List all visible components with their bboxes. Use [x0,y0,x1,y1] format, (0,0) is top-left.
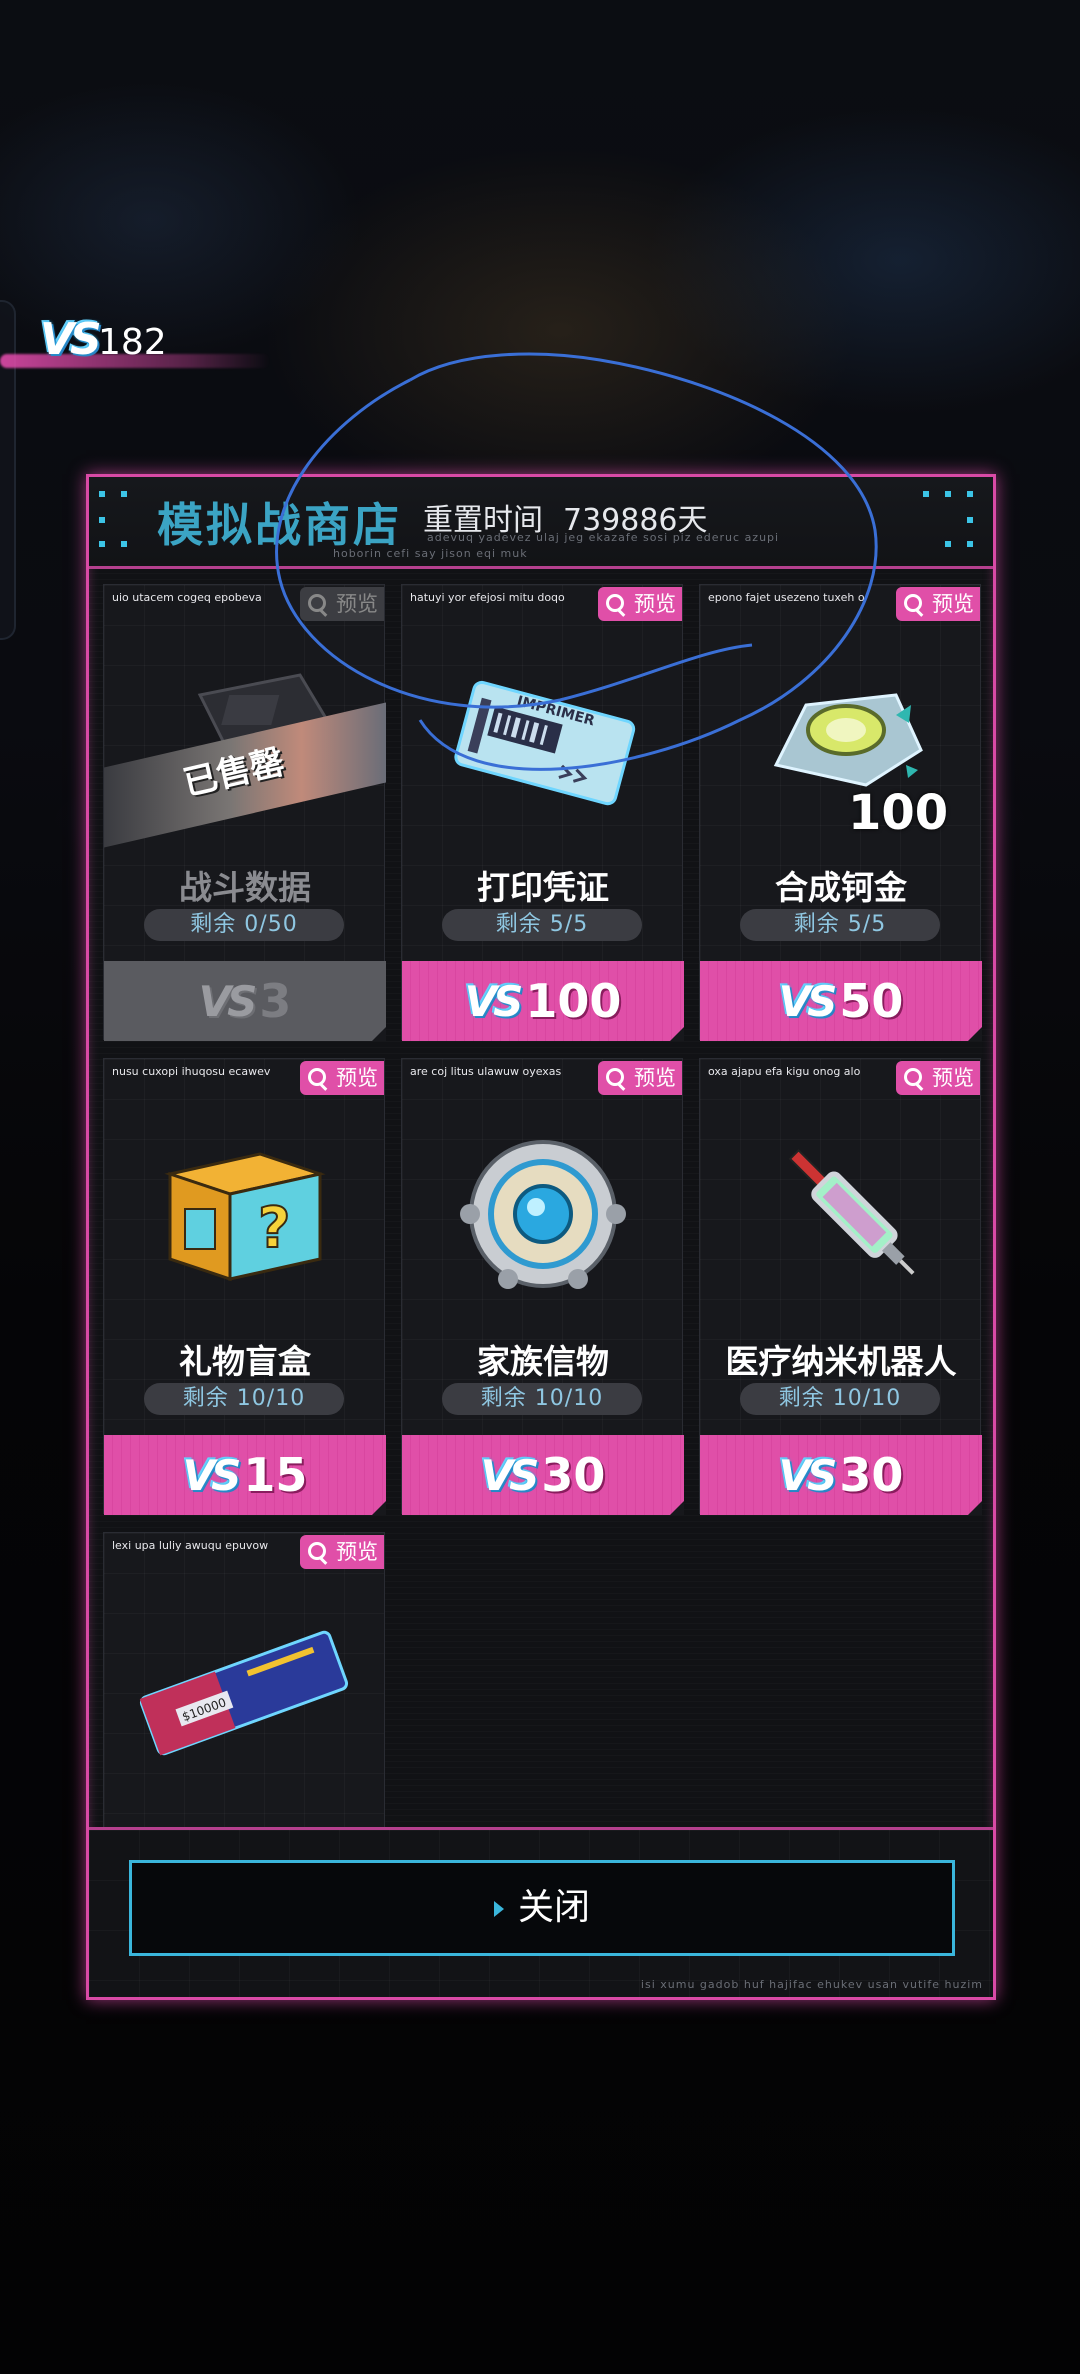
vs-token-icon: VS [40,314,102,365]
preview-button[interactable]: 预览 [300,587,384,621]
magnifier-icon [606,594,624,612]
vs-token-icon: VS [778,1450,838,1500]
currency-display: VS 182 [0,310,290,380]
item-tagline: nusu cuxopi ihuqosu ecawev [112,1065,271,1078]
shop-item-synthetic-alloy[interactable]: epono fajet usezeno tuxeh o 预览 100 合成钶金 … [699,584,982,1041]
header-dots-right-icon [923,491,983,551]
close-button[interactable]: 关闭 [129,1860,955,1956]
item-tagline: oxa ajapu efa kigu onog alo [708,1065,861,1078]
price-button[interactable]: VS 15 [104,1435,386,1515]
price-button[interactable]: VS 30 [700,1435,982,1515]
cash-card-icon: $10000 [139,1630,349,1756]
preview-label: 预览 [634,592,676,616]
item-stock: 剩余 10/10 [144,1383,344,1415]
price-button[interactable]: VS 100 [402,961,684,1041]
item-stock: 剩余 0/50 [144,909,344,941]
shop-title: 模拟战商店 [157,498,402,552]
shop-item-cash-card[interactable]: lexi upa luliy awuqu epuvow 预览 $10000 [103,1532,385,1827]
syringe-icon [788,1148,915,1275]
preview-label: 预览 [932,592,974,616]
item-tagline: lexi upa luliy awuqu epuvow [112,1539,269,1552]
item-name: 家族信物 [477,1342,609,1381]
price-button[interactable]: VS 50 [700,961,982,1041]
footer-note: isi xumu gadob huf hajifac ehukev usan v… [640,1978,983,1991]
vs-token-icon: VS [480,1450,540,1500]
item-tagline: uio utacem cogeq epobeva [112,591,262,604]
shop-footer: 关闭 isi xumu gadob huf hajifac ehukev usa… [89,1827,993,1997]
header-dots-left-icon [99,491,159,551]
magnifier-icon [308,1068,326,1086]
magnifier-icon [308,594,326,612]
shop-item-gift-box[interactable]: nusu cuxopi ihuqosu ecawev 预览 ? 礼物盲盒 剩余 … [103,1058,386,1515]
magnifier-icon [904,594,922,612]
close-label: 关闭 [517,1887,590,1928]
price-value: 15 [243,1448,308,1502]
header-subtitle: adevuq yadevez ulaj jeg ekazafe sosi piz… [427,531,780,544]
magnifier-icon [606,1068,624,1086]
preview-button[interactable]: 预览 [300,1535,384,1569]
vs-token-icon: VS [778,976,838,1026]
item-name: 礼物盲盒 [179,1342,311,1381]
preview-label: 预览 [336,592,378,616]
shop-header: 模拟战商店 重置时间 739886天 adevuq yadevez ulaj j… [89,477,993,569]
preview-label: 预览 [932,1066,974,1090]
currency-amount: 182 [98,322,167,363]
magnifier-icon [904,1068,922,1086]
preview-label: 预览 [336,1540,378,1564]
magnifier-icon [308,1542,326,1560]
preview-button[interactable]: 预览 [598,587,682,621]
preview-button[interactable]: 预览 [598,1061,682,1095]
vs-token-icon: VS [182,1450,242,1500]
preview-label: 预览 [336,1066,378,1090]
svg-text:?: ? [258,1196,290,1261]
shop-item-battle-data[interactable]: uio utacem cogeq epobeva 预览 已售罄 战斗数据 剩余 … [103,584,386,1041]
item-stock: 剩余 5/5 [442,909,642,941]
item-tagline: are coj litus ulawuw oyexas [410,1065,562,1078]
item-tagline: epono fajet usezeno tuxeh o [708,591,865,604]
item-stock: 剩余 10/10 [442,1383,642,1415]
vs-token-icon: VS [198,976,258,1026]
item-name: 打印凭证 [477,868,609,907]
item-name: 战斗数据 [179,868,311,907]
item-tagline: hatuyi yor efejosi mitu doqo [410,591,565,604]
mystery-box-icon: ? [164,1152,326,1282]
item-stock: 剩余 5/5 [740,909,940,941]
price-value: 30 [541,1448,606,1502]
item-quantity-badge: 100 [848,785,949,841]
preview-label: 预览 [634,1066,676,1090]
price-button[interactable]: VS 3 [104,961,386,1041]
header-subtitle-2: hoborin cefi say jison eqi muk [333,547,528,560]
price-value: 50 [839,974,904,1028]
item-grid[interactable]: uio utacem cogeq epobeva 预览 已售罄 战斗数据 剩余 … [89,572,993,1827]
item-name: 医疗纳米机器人 [725,1342,957,1381]
preview-button[interactable]: 预览 [896,587,980,621]
price-button[interactable]: VS 30 [402,1435,684,1515]
shop-item-medical-nanobot[interactable]: oxa ajapu efa kigu onog alo 预览 医疗纳米机器人 剩… [699,1058,982,1515]
item-stock: 剩余 10/10 [740,1383,940,1415]
shop-item-print-voucher[interactable]: hatuyi yor efejosi mitu doqo 预览 IMPRIMER… [401,584,684,1041]
family-token-icon [460,1140,626,1289]
shop-panel: 模拟战商店 重置时间 739886天 adevuq yadevez ulaj j… [86,474,996,2000]
price-value: 100 [525,974,622,1028]
shop-item-family-token[interactable]: are coj litus ulawuw oyexas 预览 家族信物 剩余 1… [401,1058,684,1515]
preview-button[interactable]: 预览 [300,1061,384,1095]
item-name: 合成钶金 [775,868,907,907]
ticket-icon: IMPRIMER [454,680,636,806]
price-value: 30 [839,1448,904,1502]
vs-token-icon: VS [464,976,524,1026]
price-value: 3 [259,974,292,1028]
triangle-right-icon [493,1901,504,1917]
preview-button[interactable]: 预览 [896,1061,980,1095]
